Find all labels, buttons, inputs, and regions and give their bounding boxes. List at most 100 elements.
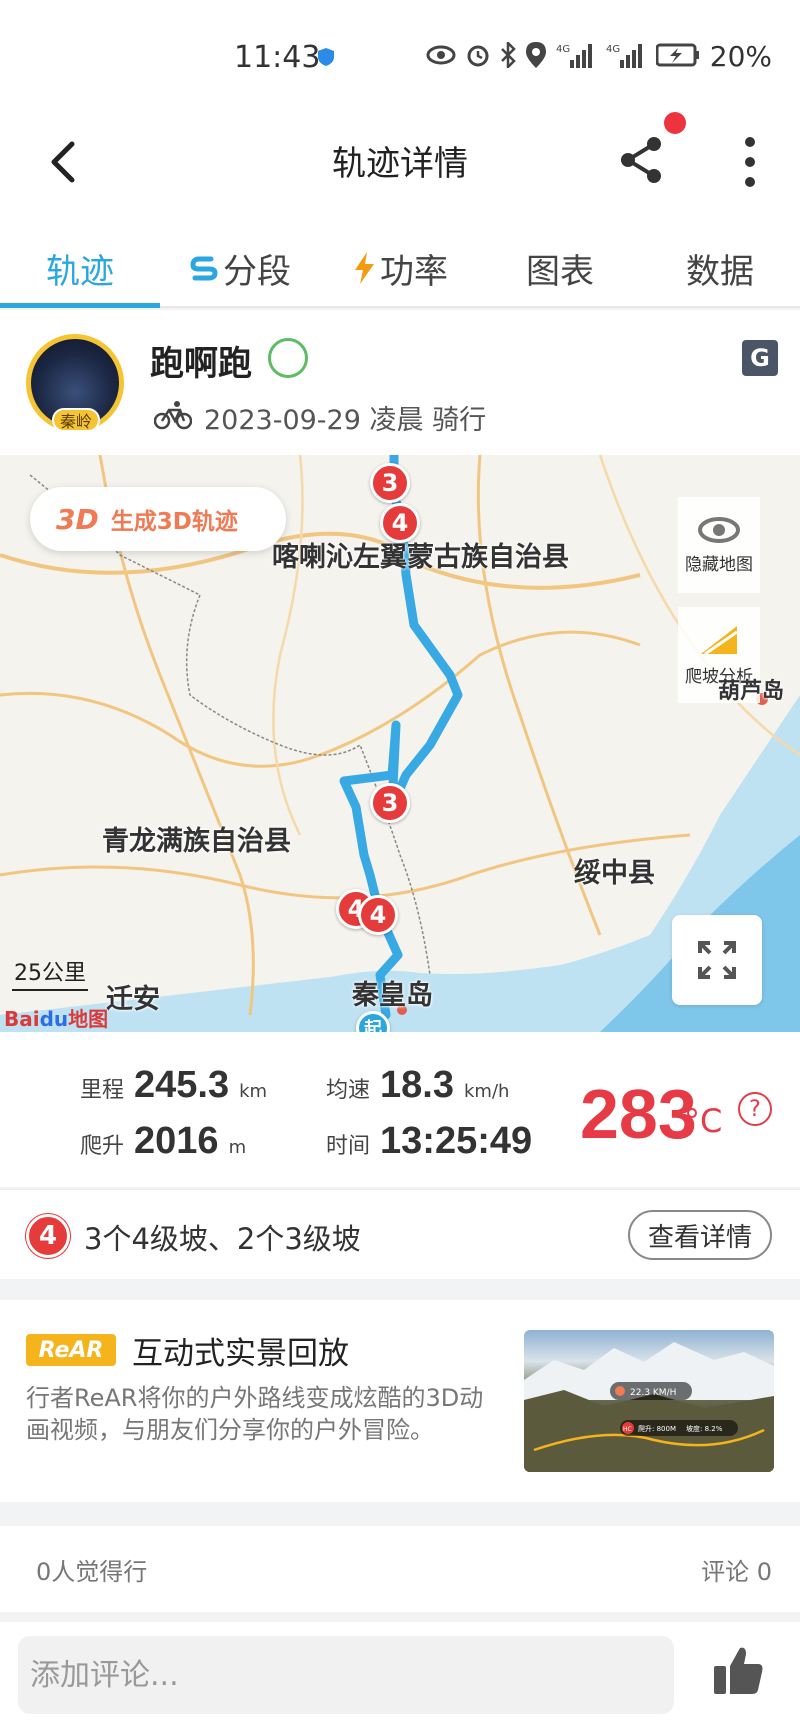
temperature-value: 283 bbox=[580, 1075, 697, 1153]
generate-3d-label: 生成3D轨迹 bbox=[110, 509, 238, 535]
tab-label: 轨迹 bbox=[46, 251, 114, 292]
tab-label: 分段 bbox=[223, 251, 291, 292]
comment-bar bbox=[0, 1622, 800, 1733]
signal-4g-icon: 4G bbox=[556, 44, 592, 68]
stat-label: 爬升 bbox=[80, 1134, 125, 1159]
thumb-slope: 坡度: 8.2% bbox=[686, 1424, 723, 1433]
svg-text:4G: 4G bbox=[556, 44, 570, 55]
g-logo-icon[interactable]: G bbox=[742, 340, 778, 376]
stat-avg-speed: 均速 18.3 km/h bbox=[326, 1064, 509, 1107]
shield-icon bbox=[318, 48, 334, 66]
rear-logo: ReAR bbox=[26, 1334, 116, 1366]
alarm-icon bbox=[467, 45, 489, 67]
baidu-logo-map: 地图 bbox=[68, 1007, 109, 1031]
fullscreen-button[interactable] bbox=[672, 915, 762, 1005]
ride-time-of-day: 凌晨 bbox=[369, 405, 424, 436]
tab-segments[interactable]: 分段 bbox=[160, 230, 320, 306]
3d-icon: 3D bbox=[56, 502, 99, 536]
stat-label: 里程 bbox=[80, 1078, 125, 1103]
climb-marker[interactable]: 3 bbox=[370, 783, 410, 823]
verified-badge-icon bbox=[268, 338, 308, 378]
fullscreen-icon bbox=[698, 941, 736, 979]
ride-stats: 里程 245.3 km 均速 18.3 km/h 爬升 2016 m 时间 13… bbox=[0, 1032, 800, 1187]
ride-activity: 骑行 bbox=[432, 405, 487, 436]
signal-4g-icon-2: 4G bbox=[606, 44, 642, 68]
more-options-icon[interactable] bbox=[730, 132, 770, 192]
map-place-label: 秦皇岛 bbox=[352, 980, 433, 1011]
stat-duration: 时间 13:25:49 bbox=[326, 1120, 532, 1163]
activity-profile: 秦岭 跑啊跑 2023-09-29 凌晨 骑行 G bbox=[0, 310, 800, 455]
thumb-climb: 爬升: 800M bbox=[638, 1424, 676, 1433]
climb-summary-text: 3个4级坡、2个3级坡 bbox=[84, 1222, 361, 1256]
comments-count[interactable]: 评论 0 bbox=[701, 1552, 772, 1587]
bluetooth-icon bbox=[501, 42, 516, 68]
share-icon[interactable] bbox=[614, 132, 670, 188]
username[interactable]: 跑啊跑 bbox=[150, 336, 252, 385]
stat-unit: m bbox=[228, 1137, 247, 1158]
map-place-label: 绥中县 bbox=[574, 858, 655, 889]
baidu-logo-text: Bai bbox=[4, 1007, 40, 1031]
map-scale: 25公里 bbox=[12, 955, 88, 991]
status-time: 11:43 bbox=[234, 40, 321, 75]
status-bar: 11:43 4G 4G 20% bbox=[0, 0, 800, 110]
tab-power[interactable]: 功率 bbox=[320, 230, 480, 306]
rear-description: 行者ReAR将你的户外路线变成炫酷的3D动画视频，与朋友们分享你的户外冒险。 bbox=[26, 1384, 484, 1444]
stat-unit: km bbox=[239, 1081, 268, 1102]
hide-map-button[interactable]: 隐藏地图 bbox=[678, 497, 760, 593]
svg-text:4G: 4G bbox=[606, 44, 620, 55]
status-icons: 4G 4G bbox=[426, 42, 700, 68]
app-header: 轨迹详情 bbox=[0, 110, 800, 240]
help-icon[interactable]: ? bbox=[738, 1092, 772, 1126]
rear-thumbnail[interactable]: 22.3 KM/H HC 爬升: 800M 坡度: 8.2% bbox=[524, 1330, 774, 1472]
map-place-label: 青龙满族自治县 bbox=[102, 826, 291, 857]
generate-3d-button[interactable]: 3D 生成3D轨迹 bbox=[30, 487, 286, 551]
rear-promo-card[interactable]: ReAR 互动式实景回放 行者ReAR将你的户外路线变成炫酷的3D动画视频，与朋… bbox=[0, 1300, 800, 1502]
hide-map-label: 隐藏地图 bbox=[685, 554, 753, 575]
stat-label: 均速 bbox=[326, 1078, 371, 1103]
route-map[interactable]: 3D 生成3D轨迹 隐藏地图 爬坡分析 喀喇沁左翼蒙古族自治县 青龙满族自治县 … bbox=[0, 455, 800, 1032]
tab-charts[interactable]: 图表 bbox=[480, 230, 640, 306]
climb-marker[interactable]: 4 bbox=[358, 895, 398, 935]
comment-input[interactable] bbox=[18, 1636, 674, 1714]
stat-label: 时间 bbox=[326, 1134, 371, 1159]
ride-meta: 2023-09-29 凌晨 骑行 bbox=[204, 398, 486, 437]
tab-track[interactable]: 轨迹 bbox=[0, 230, 160, 308]
baidu-logo-du: du bbox=[39, 1007, 69, 1031]
baidu-map-logo: Baidu地图 bbox=[4, 1003, 108, 1032]
stat-climb: 爬升 2016 m bbox=[80, 1120, 246, 1163]
thumb-speed: 22.3 KM/H bbox=[630, 1388, 676, 1398]
bicycle-icon bbox=[154, 401, 192, 430]
battery-charging-icon bbox=[656, 43, 699, 67]
climb-level-badge: 4 bbox=[26, 1214, 70, 1258]
avatar-badge: 秦岭 bbox=[52, 408, 100, 432]
tab-bar: 轨迹 分段 功率 图表 数据 bbox=[0, 230, 800, 308]
map-place-label: 迁安 bbox=[106, 984, 160, 1015]
map-place-label: 喀喇沁左翼蒙古族自治县 bbox=[272, 542, 569, 573]
stat-value: 245.3 bbox=[134, 1064, 230, 1106]
stat-distance: 里程 245.3 km bbox=[80, 1064, 267, 1107]
climb-marker[interactable]: 4 bbox=[380, 503, 420, 543]
climb-summary: 4 3个4级坡、2个3级坡 查看详情 bbox=[0, 1189, 800, 1279]
rear-title: 互动式实景回放 bbox=[132, 1336, 349, 1372]
thumbs-up-icon[interactable] bbox=[710, 1642, 766, 1698]
tab-label: 图表 bbox=[526, 251, 594, 292]
tab-label: 功率 bbox=[380, 251, 448, 292]
likes-count[interactable]: 0人觉得行 bbox=[36, 1552, 147, 1587]
location-icon bbox=[526, 42, 546, 68]
eye-icon bbox=[426, 45, 456, 65]
page-title: 轨迹详情 bbox=[332, 144, 468, 184]
climb-marker[interactable]: 3 bbox=[370, 463, 410, 503]
map-place-label: 葫芦岛 bbox=[718, 679, 785, 704]
tab-label: 数据 bbox=[686, 251, 754, 292]
notification-dot bbox=[664, 112, 686, 134]
temperature-unit: °C bbox=[684, 1102, 723, 1140]
eye-icon bbox=[698, 516, 740, 543]
slope-chart-icon bbox=[701, 625, 738, 655]
tab-data[interactable]: 数据 bbox=[640, 230, 800, 306]
stat-value: 13:25:49 bbox=[380, 1120, 533, 1162]
stat-value: 18.3 bbox=[380, 1064, 454, 1106]
segment-icon bbox=[190, 256, 218, 281]
mountain-landscape-image: 22.3 KM/H HC 爬升: 800M 坡度: 8.2% bbox=[524, 1342, 774, 1472]
ride-date: 2023-09-29 bbox=[204, 405, 361, 436]
view-details-button[interactable]: 查看详情 bbox=[628, 1210, 772, 1260]
